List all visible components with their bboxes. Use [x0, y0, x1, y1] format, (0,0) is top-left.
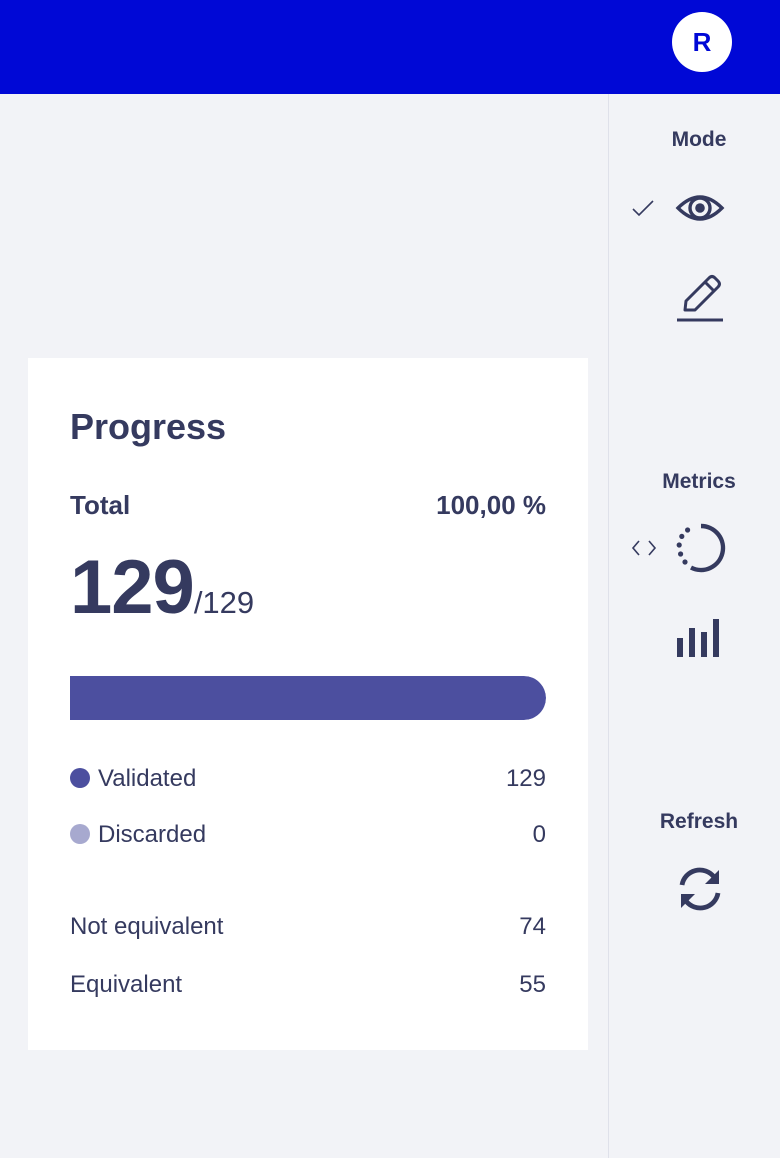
status-label: Discarded [98, 821, 207, 848]
bar-chart-icon [675, 616, 727, 660]
status-label: Validated [98, 765, 197, 792]
status-value: 0 [532, 821, 546, 848]
refresh-icon [675, 866, 725, 912]
edit-mode-button[interactable] [675, 270, 725, 324]
status-row-discarded: Discarded 0 [70, 818, 546, 852]
detail-row-not-equivalent: Not equivalent 74 [70, 910, 546, 944]
refresh-section-title: Refresh [659, 810, 739, 833]
view-mode-button[interactable] [675, 188, 725, 228]
progress-bar [70, 676, 546, 720]
code-brackets-icon [631, 538, 657, 563]
detail-label: Not equivalent [70, 913, 224, 940]
total-label: Total [70, 490, 131, 520]
completed-count: 129 [70, 545, 195, 630]
refresh-button[interactable] [675, 866, 725, 912]
progress-metrics-button[interactable] [675, 522, 727, 574]
validated-legend-dot [70, 768, 90, 788]
total-count: /129 [193, 585, 255, 620]
progress-card: Progress Total 100,00 % 129/129 Validate… [28, 358, 588, 1050]
right-sidebar: Mode Metrics Refresh [608, 94, 780, 1158]
detail-value: 74 [519, 913, 546, 940]
bar-metrics-button[interactable] [675, 616, 727, 660]
total-percentage: 100,00 % [436, 490, 546, 520]
eye-icon [675, 188, 725, 228]
progress-count: 129/129 [70, 544, 254, 631]
progress-title: Progress [70, 406, 227, 447]
check-icon [631, 198, 655, 223]
top-bar: R [0, 0, 780, 94]
detail-value: 55 [519, 971, 546, 998]
status-value: 129 [505, 765, 546, 792]
progress-circle-icon [675, 522, 727, 574]
progress-bar-fill [70, 676, 546, 720]
detail-label: Equivalent [70, 971, 183, 998]
pencil-icon [675, 270, 725, 324]
user-avatar[interactable]: R [672, 12, 732, 72]
metrics-section-title: Metrics [662, 470, 736, 493]
discarded-legend-dot [70, 824, 90, 844]
status-row-validated: Validated 129 [70, 762, 546, 796]
mode-section-title: Mode [671, 128, 727, 151]
detail-row-equivalent: Equivalent 55 [70, 968, 546, 1002]
